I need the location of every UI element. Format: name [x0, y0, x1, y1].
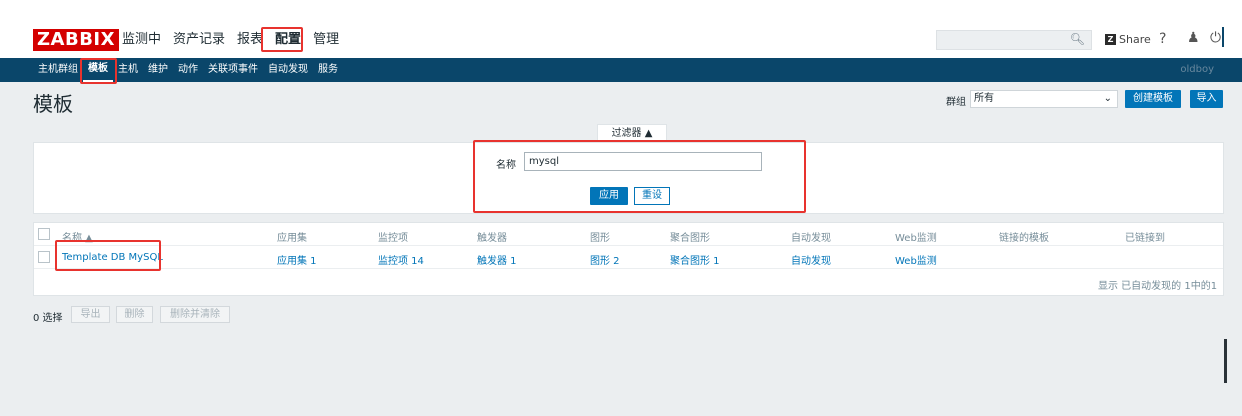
col-applications: 应用集 [277, 233, 307, 244]
group-label: 群组 [946, 97, 966, 108]
help-icon[interactable]: ? [1159, 31, 1166, 47]
menu-inventory[interactable]: 资产记录 [167, 28, 231, 52]
share-label: Share [1119, 33, 1151, 46]
logout-icon[interactable]: ⏻ [1210, 30, 1221, 46]
search-icon[interactable]: 🔍︎ [1070, 32, 1085, 46]
select-all-checkbox[interactable] [38, 228, 50, 240]
top-bar: ZABBIX 监测中 资产记录 报表 配置 管理 🔍︎ Z Share ? ♟ … [0, 20, 1242, 58]
web-link[interactable]: Web监测 [895, 252, 937, 267]
table-footer-count: 显示 已自动发现的 1中的1 [1098, 281, 1218, 292]
highlight-box-configuration [261, 27, 303, 52]
row-checkbox[interactable] [38, 251, 50, 263]
share-icon: Z [1105, 34, 1116, 45]
col-items: 监控项 [378, 233, 408, 244]
col-screens: 聚合图形 [670, 233, 710, 244]
selected-count: 0 选择 [33, 313, 63, 324]
share-link[interactable]: Z Share [1105, 33, 1151, 46]
graphs-link[interactable]: 图形 2 [590, 252, 620, 267]
page-header: 模板 群组 所有 ⌄ [0, 82, 1242, 116]
subnav-actions[interactable]: 动作 [173, 58, 203, 82]
create-template-button[interactable]: 创建模板 [1125, 90, 1181, 108]
col-graphs: 图形 [590, 233, 610, 244]
subnav-maintenance[interactable]: 维护 [143, 58, 173, 82]
group-select[interactable]: 所有 ⌄ [970, 90, 1118, 108]
subnav-event-correlation[interactable]: 关联项事件 [203, 58, 263, 82]
group-select-value: 所有 [974, 93, 994, 104]
main-menu: 监测中 资产记录 报表 配置 管理 [116, 28, 345, 52]
sub-nav: 主机群组 模板 主机 维护 动作 关联项事件 自动发现 服务 oldboy [0, 58, 1242, 82]
row-divider [34, 268, 1223, 269]
edge-marker [1224, 339, 1227, 383]
user-profile-icon[interactable]: ♟ [1187, 30, 1200, 46]
col-linked-templates: 链接的模板 [999, 233, 1049, 244]
triggers-link[interactable]: 触发器 1 [477, 252, 517, 267]
edge-marker [1222, 27, 1224, 47]
subnav-hosts[interactable]: 主机 [113, 58, 143, 82]
col-triggers: 触发器 [477, 233, 507, 244]
row-divider [34, 245, 1223, 246]
subnav-discovery[interactable]: 自动发现 [263, 58, 313, 82]
col-web: Web监测 [895, 233, 937, 244]
delete-button[interactable]: 删除 [116, 306, 153, 323]
page-title: 模板 [33, 92, 73, 116]
items-link[interactable]: 监控项 14 [378, 252, 424, 267]
subnav-username: oldboy [1180, 64, 1214, 75]
zabbix-logo[interactable]: ZABBIX [33, 29, 119, 51]
delete-and-clear-button[interactable]: 删除并清除 [160, 306, 230, 323]
screens-link[interactable]: 聚合图形 1 [670, 252, 720, 267]
applications-link[interactable]: 应用集 1 [277, 252, 317, 267]
highlight-box-filter [473, 140, 806, 213]
highlight-box-template-row [55, 240, 161, 271]
import-button[interactable]: 导入 [1190, 90, 1223, 108]
subnav-host-groups[interactable]: 主机群组 [33, 58, 83, 82]
discovery-link[interactable]: 自动发现 [791, 252, 831, 267]
col-discovery: 自动发现 [791, 233, 831, 244]
highlight-box-templates [80, 58, 117, 84]
global-search-input[interactable]: 🔍︎ [936, 30, 1092, 50]
subnav-services[interactable]: 服务 [313, 58, 343, 82]
menu-administration[interactable]: 管理 [307, 28, 345, 52]
chevron-down-icon: ⌄ [1103, 93, 1112, 104]
export-button[interactable]: 导出 [71, 306, 110, 323]
top-margin [0, 0, 1242, 20]
col-linked-to: 已链接到 [1125, 233, 1165, 244]
menu-monitoring[interactable]: 监测中 [116, 28, 167, 52]
